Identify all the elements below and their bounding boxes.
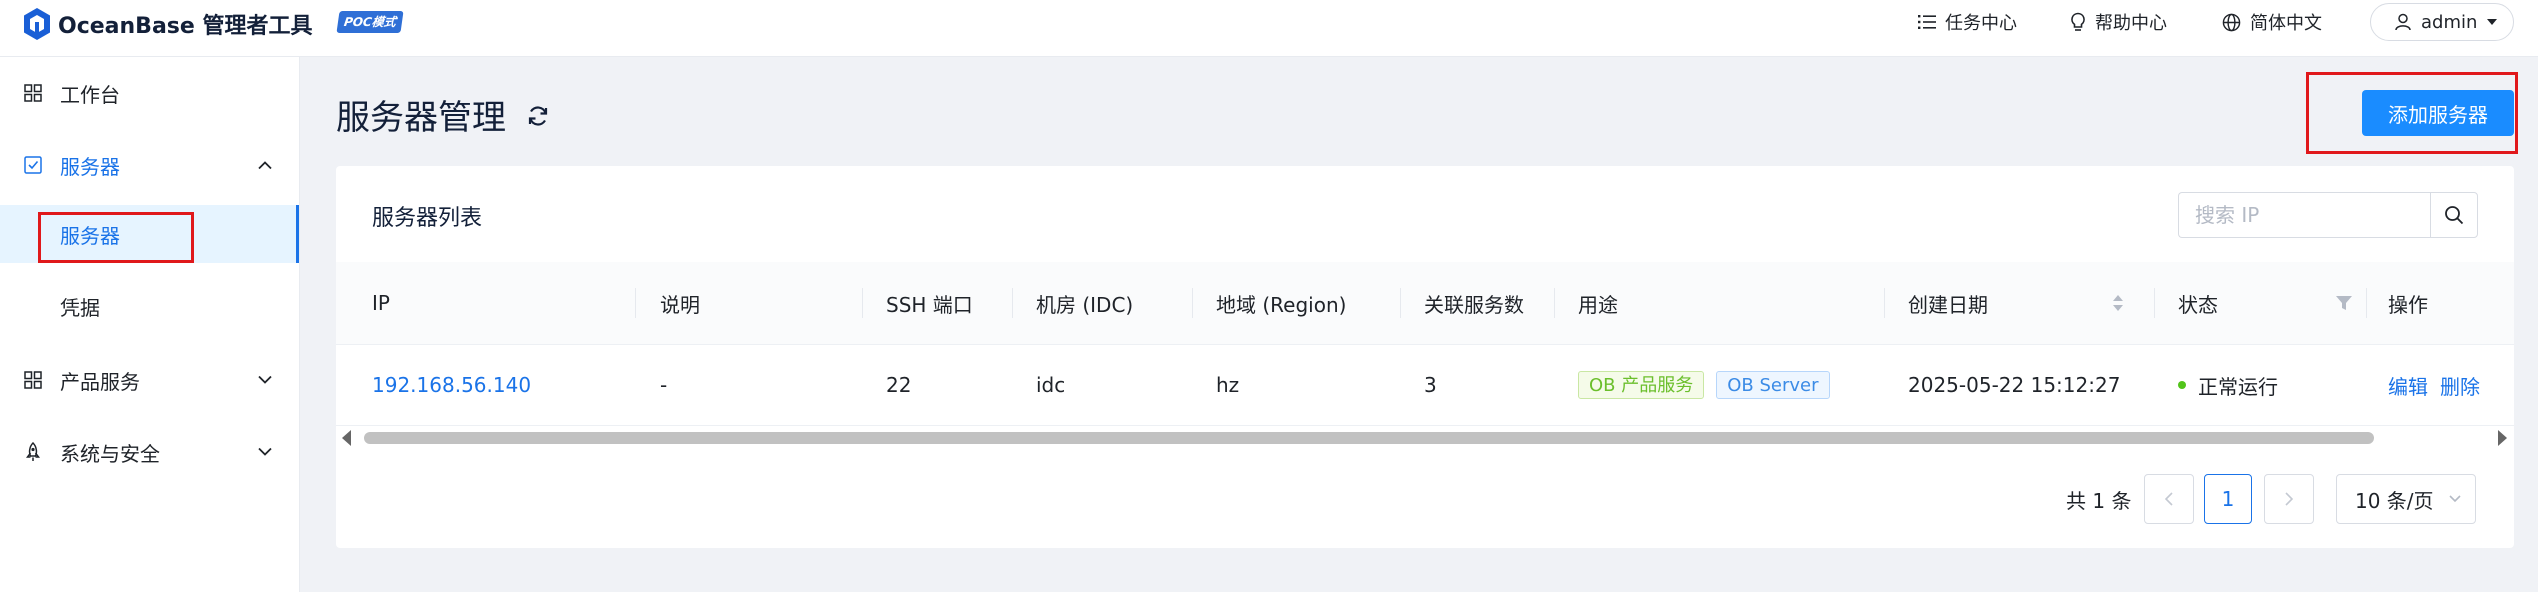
sidebar-item-workbench[interactable]: 工作台 (0, 65, 299, 121)
column-header-ip: IP (372, 291, 390, 315)
poc-mode-badge: POC模式 (336, 11, 404, 33)
user-icon (2395, 13, 2411, 31)
sidebar-item-label: 凭据 (60, 295, 100, 320)
lightbulb-icon (2071, 12, 2085, 31)
sidebar-item-servers[interactable]: 服务器 (0, 205, 299, 263)
checkbox-icon (24, 156, 42, 174)
page-size-select[interactable]: 10 条/页 (2336, 474, 2476, 524)
next-page-button[interactable] (2264, 474, 2314, 524)
top-header: OceanBase 管理者工具 POC模式 任务中心 帮助中心 简体中文 adm… (0, 0, 2538, 57)
chevron-up-icon (258, 161, 272, 170)
grid-icon (24, 84, 42, 102)
sort-icon[interactable] (2112, 293, 2124, 313)
table-row: 192.168.56.140 - 22 idc hz 3 OB 产品服务 OB … (336, 345, 2514, 426)
column-header-actions: 操作 (2388, 292, 2428, 317)
chevron-down-icon (258, 375, 272, 384)
cell-description: - (660, 373, 668, 397)
rocket-icon (26, 442, 40, 461)
column-separator (1554, 288, 1555, 318)
task-center-label: 任务中心 (1945, 13, 2017, 34)
search-button[interactable] (2430, 192, 2478, 238)
column-header-created-date[interactable]: 创建日期 (1908, 262, 1988, 344)
column-header-related-services: 关联服务数 (1424, 292, 1524, 317)
server-list-card: 服务器列表 IP 说明 SSH 端口 机房 (IDC) 地域 (Region) … (336, 166, 2514, 548)
sidebar-group-label: 产品服务 (60, 369, 140, 394)
sidebar-item-label: 工作台 (60, 82, 120, 107)
scroll-right-arrow-icon[interactable] (2498, 430, 2507, 446)
list-icon (1918, 15, 1936, 29)
server-ip-link[interactable]: 192.168.56.140 (372, 345, 531, 425)
chevron-down-icon (258, 447, 272, 456)
status-text: 正常运行 (2198, 374, 2278, 399)
column-header-usage: 用途 (1578, 292, 1618, 317)
caret-down-icon (2487, 19, 2498, 25)
oceanbase-logo-icon (24, 8, 50, 40)
cell-usage: OB 产品服务 OB Server (1578, 345, 1842, 425)
cell-idc: idc (1036, 373, 1066, 397)
add-server-button[interactable]: 添加服务器 (2362, 90, 2514, 136)
tag-ob-product-service: OB 产品服务 (1578, 371, 1705, 399)
cell-ssh-port: 22 (886, 373, 912, 397)
app-name: OceanBase 管理者工具 (58, 14, 313, 39)
search-icon (2445, 206, 2464, 225)
column-separator (1400, 288, 1401, 318)
sidebar-group-system-security[interactable]: 系统与安全 (0, 424, 299, 480)
column-header-region: 地域 (Region) (1216, 292, 1347, 317)
page-number-1[interactable]: 1 (2204, 474, 2252, 524)
language-label: 简体中文 (2250, 13, 2322, 34)
sidebar: 工作台 服务器 服务器 凭据 产品服务 系统与安全 (0, 57, 300, 592)
status-dot (2178, 381, 2186, 389)
cell-related-services: 3 (1424, 373, 1437, 397)
column-separator (1012, 288, 1013, 318)
sidebar-group-label: 服务器 (60, 154, 120, 179)
column-header-status: 状态 (2178, 292, 2218, 317)
help-center-label: 帮助中心 (2095, 13, 2167, 34)
page-title: 服务器管理 (336, 98, 506, 138)
prev-page-button[interactable] (2144, 474, 2194, 524)
sidebar-item-label: 服务器 (60, 223, 120, 248)
column-separator (2154, 288, 2155, 318)
tag-ob-server: OB Server (1716, 371, 1830, 399)
delete-link[interactable]: 删除 (2440, 345, 2480, 425)
user-name: admin (2421, 11, 2478, 33)
sidebar-item-credentials[interactable]: 凭据 (0, 277, 299, 335)
table-header: IP 说明 SSH 端口 机房 (IDC) 地域 (Region) 关联服务数 … (336, 262, 2514, 345)
cell-region: hz (1216, 373, 1240, 397)
scroll-thumb[interactable] (364, 432, 2374, 444)
horizontal-scrollbar[interactable] (336, 428, 2514, 446)
sidebar-group-servers[interactable]: 服务器 (0, 137, 299, 193)
scroll-left-arrow-icon[interactable] (342, 430, 351, 446)
column-header-idc: 机房 (IDC) (1036, 292, 1134, 317)
page-size-value: 10 条/页 (2355, 488, 2434, 513)
column-separator (635, 288, 636, 318)
chevron-right-icon (2285, 492, 2293, 506)
sidebar-group-label: 系统与安全 (60, 441, 160, 466)
refresh-icon[interactable] (526, 104, 550, 128)
search-ip-input[interactable] (2178, 192, 2430, 238)
cell-created-date: 2025-05-22 15:12:27 (1908, 373, 2121, 397)
filter-icon[interactable] (2336, 295, 2352, 311)
sidebar-group-product-services[interactable]: 产品服务 (0, 352, 299, 408)
user-menu[interactable]: admin (2370, 3, 2514, 41)
column-separator (1192, 288, 1193, 318)
chevron-down-icon (2449, 495, 2461, 503)
cell-status: 正常运行 (2178, 345, 2278, 425)
column-separator (2366, 288, 2367, 318)
language-switcher[interactable]: 简体中文 (2222, 0, 2322, 44)
column-header-description: 说明 (660, 292, 700, 317)
table-title: 服务器列表 (372, 206, 483, 231)
globe-icon (2222, 13, 2241, 31)
column-separator (1884, 288, 1885, 318)
grid-icon (24, 371, 42, 389)
edit-link[interactable]: 编辑 (2388, 345, 2428, 425)
pagination-total: 共 1 条 (2066, 488, 2132, 513)
column-separator (862, 288, 863, 318)
app-logo[interactable]: OceanBase 管理者工具 (22, 7, 312, 41)
task-center-link[interactable]: 任务中心 (1918, 0, 2017, 44)
help-center-link[interactable]: 帮助中心 (2070, 0, 2167, 44)
chevron-left-icon (2165, 492, 2173, 506)
column-header-ssh-port: SSH 端口 (886, 292, 973, 317)
